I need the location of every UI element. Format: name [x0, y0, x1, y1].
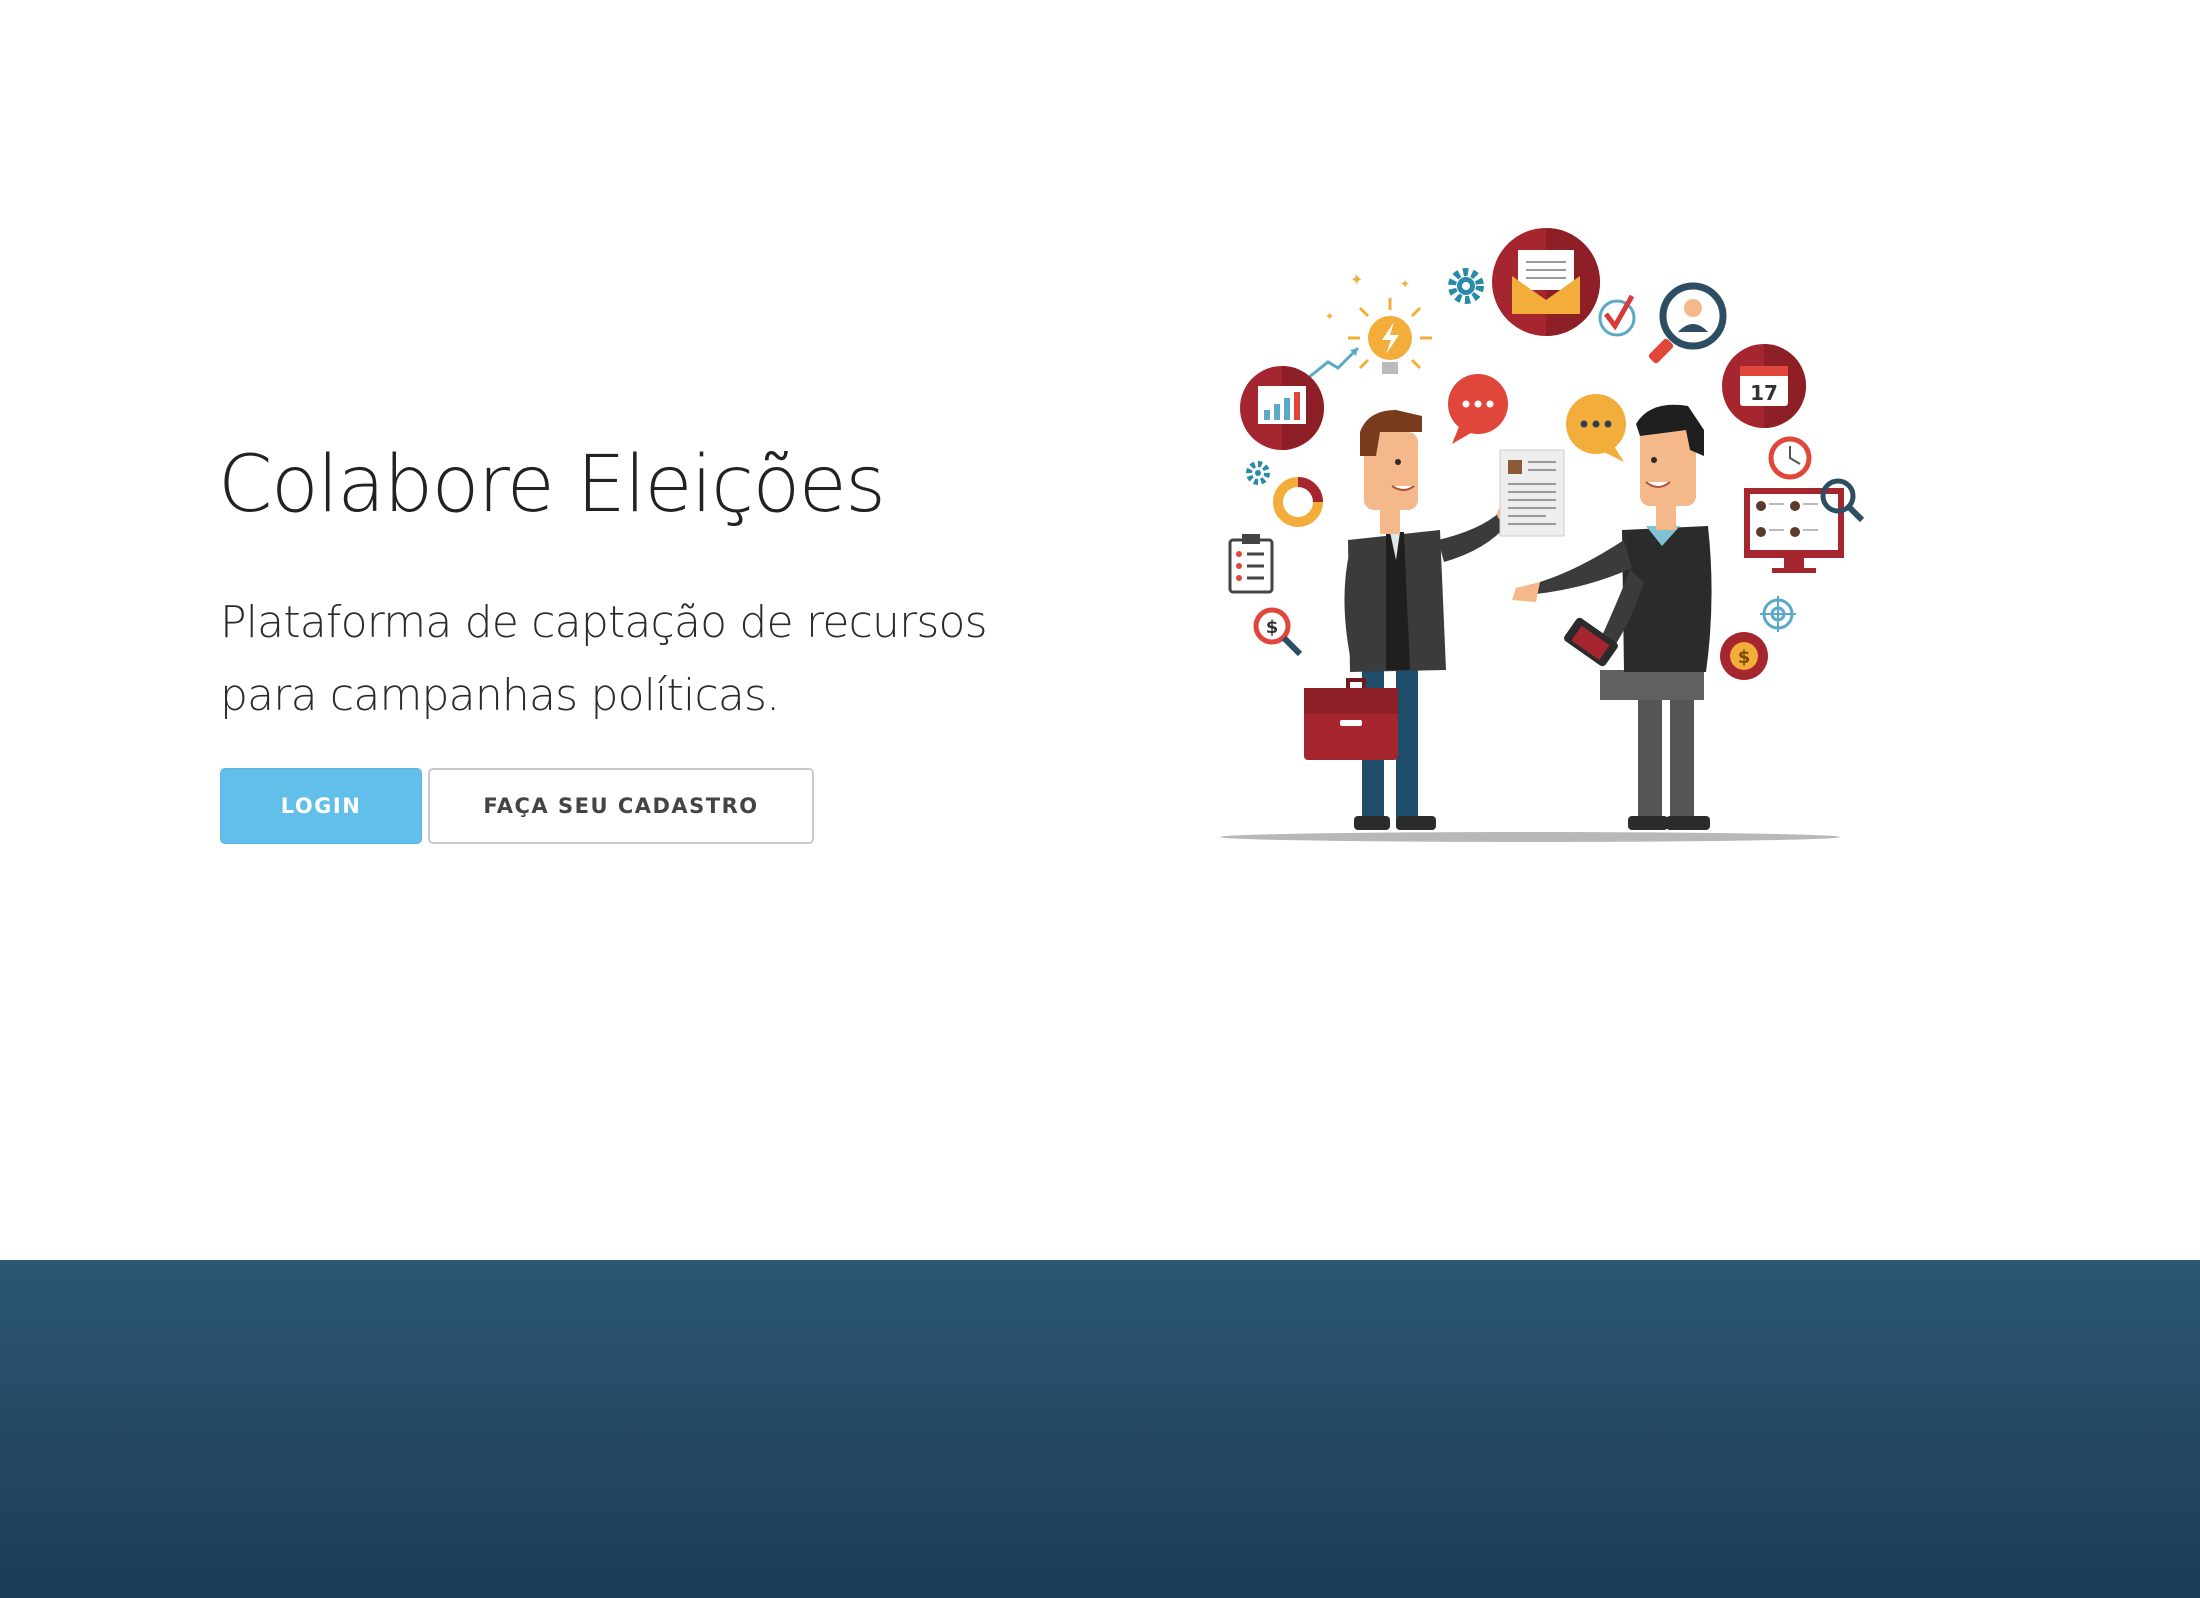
- gear-icon: [1448, 268, 1484, 304]
- speech-bubble-icon: [1448, 374, 1508, 444]
- page-title: Colabore Eleições: [218, 440, 886, 530]
- target-icon: [1760, 596, 1796, 632]
- page-subtitle: Plataforma de captação de recursos para …: [220, 586, 1080, 732]
- briefcase-icon: [1304, 678, 1398, 760]
- gear-icon: [1246, 461, 1270, 485]
- register-button[interactable]: FAÇA SEU CADASTRO: [428, 768, 814, 844]
- svg-text:$: $: [1738, 647, 1751, 668]
- checkmark-icon: [1598, 294, 1636, 337]
- left-person: [1344, 410, 1511, 830]
- monitor-profiles-icon: [1744, 478, 1865, 573]
- svg-text:✦: ✦: [1400, 277, 1410, 291]
- coin-icon: $: [1720, 632, 1768, 680]
- email-icon: [1492, 228, 1600, 336]
- clipboard-icon: [1228, 534, 1274, 594]
- footer-band: [0, 1260, 2200, 1598]
- calendar-icon: 17: [1722, 344, 1806, 428]
- subtitle-line-2: para campanhas políticas.: [220, 670, 780, 721]
- svg-text:$: $: [1266, 617, 1279, 638]
- login-button[interactable]: LOGIN: [220, 768, 422, 844]
- speech-bubble-icon: [1566, 394, 1626, 462]
- idea-bulb-icon: ✦ ✦ ✦: [1307, 270, 1432, 380]
- hero-illustration: ✦ ✦ ✦ 17 $ $: [1220, 228, 1865, 842]
- hero-section: Colabore Eleições Plataforma de captação…: [0, 0, 2200, 1260]
- svg-text:✦: ✦: [1325, 310, 1334, 323]
- user-search-icon: [1648, 282, 1727, 364]
- bar-chart-icon: [1240, 366, 1324, 450]
- calendar-day: 17: [1750, 381, 1778, 405]
- dollar-search-icon: $: [1253, 607, 1303, 657]
- subtitle-line-1: Plataforma de captação de recursos: [220, 597, 988, 648]
- donut-chart-icon: [1273, 477, 1323, 527]
- svg-text:✦: ✦: [1350, 270, 1363, 289]
- resume-icon: [1499, 449, 1565, 537]
- clock-icon: [1768, 436, 1812, 480]
- ground-shadow: [1220, 832, 1840, 842]
